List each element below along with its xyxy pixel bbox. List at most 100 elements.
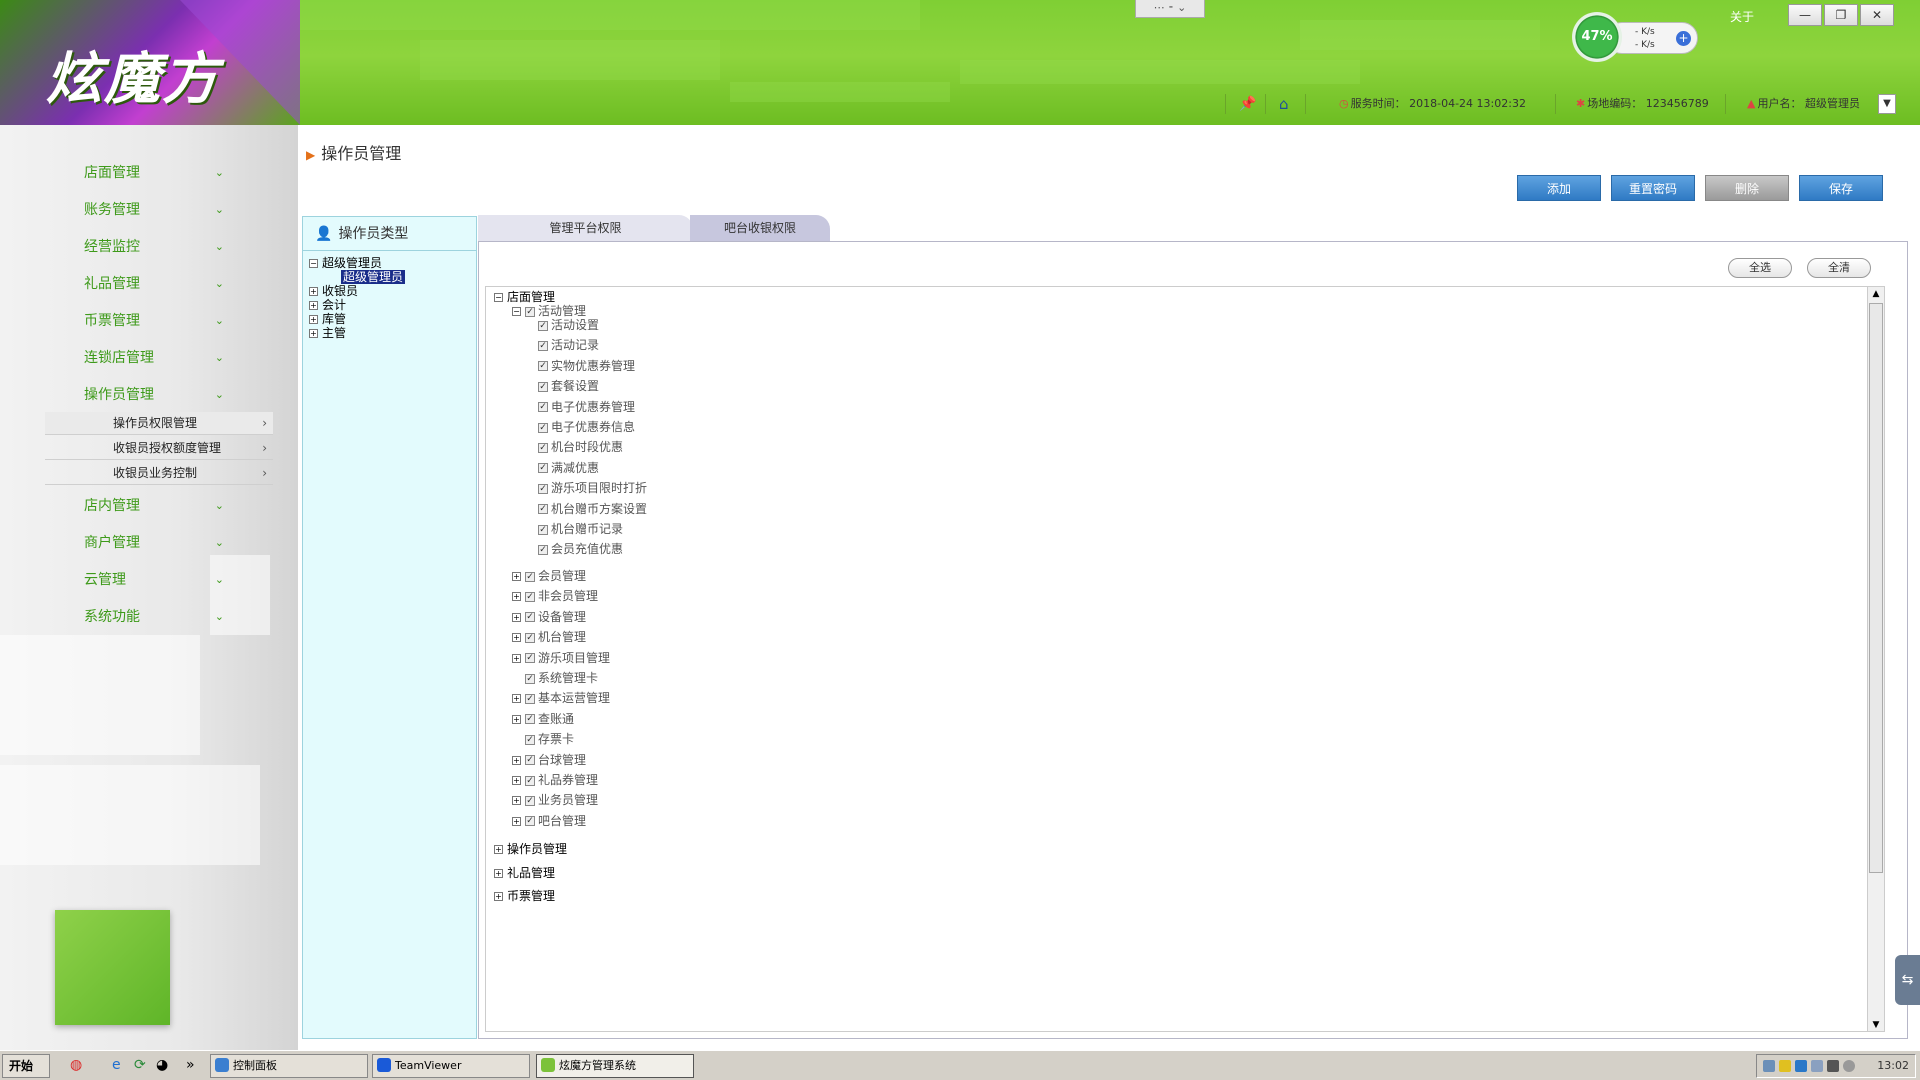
checkbox[interactable]: ✓ xyxy=(538,361,548,372)
side-panel-toggle[interactable]: ⇆ xyxy=(1895,955,1920,1005)
checkbox[interactable]: ✓ xyxy=(538,422,548,433)
perm-group[interactable]: + ✓ 会员管理 xyxy=(512,568,586,584)
minimize-button[interactable]: — xyxy=(1788,4,1822,26)
perm-leaf[interactable]: ✓ 活动设置 xyxy=(538,317,599,333)
perm-top-node[interactable]: + 币票管理 xyxy=(494,888,555,904)
collapse-icon[interactable]: − xyxy=(309,259,318,268)
perm-top-node[interactable]: + 操作员管理 xyxy=(494,841,567,857)
checkbox[interactable]: ✓ xyxy=(538,402,548,413)
perm-leaf[interactable]: ✓ 电子优惠券信息 xyxy=(538,419,635,435)
sidebar-sub-cashier-control[interactable]: 收银员业务控制 › xyxy=(45,462,273,485)
perm-group[interactable]: + ✓ 吧台管理 xyxy=(512,813,586,829)
mini-toolbar[interactable]: ⋯ ⁃ ⌄ xyxy=(1135,0,1205,18)
perm-group[interactable]: + ✓ 游乐项目管理 xyxy=(512,650,610,666)
expand-icon[interactable]: + xyxy=(309,315,318,324)
expand-icon[interactable]: + xyxy=(512,776,521,785)
display-icon[interactable] xyxy=(1811,1060,1823,1072)
home-icon[interactable]: ⌂ xyxy=(1279,92,1289,116)
checkbox[interactable]: ✓ xyxy=(538,504,548,515)
perm-leaf[interactable]: ✓ 活动记录 xyxy=(538,337,599,353)
expand-icon[interactable]: + xyxy=(512,755,521,765)
task-xuanmofang[interactable]: 炫魔方管理系统 xyxy=(536,1054,694,1078)
sidebar-item-cloud[interactable]: 云管理 ⌄ xyxy=(84,568,224,592)
expand-icon[interactable]: + xyxy=(494,892,503,901)
delete-button[interactable]: 删除 xyxy=(1705,175,1789,201)
plus-icon[interactable]: + xyxy=(1676,31,1691,46)
checkbox[interactable]: ✓ xyxy=(538,483,548,494)
app-icon[interactable]: ◍ xyxy=(70,1057,82,1073)
qq-icon[interactable]: ◕ xyxy=(156,1057,168,1073)
checkbox[interactable]: ✓ xyxy=(525,591,535,602)
task-control-panel[interactable]: 控制面板 xyxy=(210,1054,368,1078)
tree-node-accountant[interactable]: + 会计 xyxy=(309,298,346,312)
checkbox[interactable]: ✓ xyxy=(538,544,548,555)
expand-icon[interactable]: + xyxy=(512,633,521,643)
perm-group[interactable]: + ✓ 非会员管理 xyxy=(512,588,598,604)
expand-icon[interactable]: + xyxy=(309,287,318,296)
tree-node-supervisor[interactable]: + 主管 xyxy=(309,326,346,340)
ie-icon[interactable]: e xyxy=(112,1057,121,1073)
teamviewer-tray-icon[interactable] xyxy=(1795,1060,1807,1072)
checkbox[interactable]: ✓ xyxy=(525,693,535,704)
checkbox[interactable]: ✓ xyxy=(538,463,548,474)
perm-leaf[interactable]: ✓ 游乐项目限时打折 xyxy=(538,480,647,496)
close-button[interactable]: ✕ xyxy=(1860,4,1894,26)
expand-icon[interactable]: + xyxy=(512,592,521,602)
perm-group[interactable]: + ✓ 设备管理 xyxy=(512,609,586,625)
perm-group[interactable]: + ✓ 业务员管理 xyxy=(512,792,598,808)
perm-top-node[interactable]: + 礼品管理 xyxy=(494,865,555,881)
perm-leaf[interactable]: ✓ 实物优惠券管理 xyxy=(538,358,635,374)
vertical-scrollbar[interactable]: ▲ ▼ xyxy=(1867,287,1884,1031)
checkbox[interactable]: ✓ xyxy=(538,381,548,392)
perm-leaf[interactable]: ✓ 机台赠币记录 xyxy=(538,521,623,537)
tray-app-icon[interactable] xyxy=(1779,1060,1791,1072)
scroll-up-icon[interactable]: ▲ xyxy=(1868,287,1884,302)
expand-icon[interactable]: + xyxy=(494,845,503,854)
perm-leaf[interactable]: ✓ 套餐设置 xyxy=(538,378,599,394)
checkbox[interactable]: ✓ xyxy=(525,612,535,623)
perm-leaf[interactable]: ✓ 满减优惠 xyxy=(538,460,599,476)
restore-button[interactable]: ❐ xyxy=(1824,4,1858,26)
reset-password-button[interactable]: 重置密码 xyxy=(1611,175,1695,201)
sidebar-sub-operator-permissions[interactable]: 操作员权限管理 › xyxy=(45,412,273,435)
select-all-button[interactable]: 全选 xyxy=(1728,258,1792,278)
sidebar-item-gifts[interactable]: 礼品管理 ⌄ xyxy=(84,272,224,296)
checkbox[interactable]: ✓ xyxy=(525,673,535,684)
start-button[interactable]: 开始 xyxy=(2,1054,50,1078)
checkbox[interactable]: ✓ xyxy=(525,653,535,664)
expand-icon[interactable]: + xyxy=(309,329,318,338)
expand-icon[interactable]: + xyxy=(512,816,521,826)
save-button[interactable]: 保存 xyxy=(1799,175,1883,201)
expand-icon[interactable]: + xyxy=(512,796,521,806)
scrollbar-thumb[interactable] xyxy=(1869,303,1883,873)
expand-icon[interactable]: + xyxy=(512,694,521,704)
perm-group[interactable]: + ✓ 基本运营管理 xyxy=(512,690,610,706)
tree-node-cashier[interactable]: + 收银员 xyxy=(309,284,358,298)
network-speed-widget[interactable]: - K/s - K/s + 47% xyxy=(1572,12,1700,62)
checkbox[interactable]: ✓ xyxy=(538,524,548,535)
perm-group[interactable]: + ✓ 查账通 xyxy=(512,711,574,727)
collapse-icon[interactable]: − xyxy=(512,307,521,316)
sidebar-item-monitor[interactable]: 经营监控 ⌄ xyxy=(84,235,224,259)
perm-group[interactable]: ✓ 存票卡 xyxy=(525,731,574,747)
perm-leaf[interactable]: ✓ 会员充值优惠 xyxy=(538,541,623,557)
tab-management-platform[interactable]: 管理平台权限 xyxy=(478,215,693,241)
network-icon[interactable] xyxy=(1763,1060,1775,1072)
expand-icon[interactable]: + xyxy=(512,612,521,622)
checkbox[interactable]: ✓ xyxy=(525,755,535,766)
expand-icon[interactable]: + xyxy=(512,572,521,581)
sidebar-item-instore[interactable]: 店内管理 ⌄ xyxy=(84,494,224,518)
perm-leaf[interactable]: ✓ 电子优惠券管理 xyxy=(538,399,635,415)
perm-group[interactable]: ✓ 系统管理卡 xyxy=(525,670,598,686)
more-icon[interactable]: » xyxy=(186,1057,195,1073)
checkbox[interactable]: ✓ xyxy=(525,714,535,725)
sidebar-item-tokens[interactable]: 币票管理 ⌄ xyxy=(84,309,224,333)
expand-icon[interactable]: + xyxy=(309,301,318,310)
tab-bar-cashier[interactable]: 吧台收银权限 xyxy=(690,215,830,241)
expand-icon[interactable]: + xyxy=(494,868,503,878)
sidebar-item-merchants[interactable]: 商户管理 ⌄ xyxy=(84,531,224,555)
perm-group[interactable]: + ✓ 台球管理 xyxy=(512,752,586,768)
sidebar-item-system[interactable]: 系统功能 ⌄ xyxy=(84,605,224,629)
checkbox[interactable]: ✓ xyxy=(525,734,535,745)
clear-all-button[interactable]: 全清 xyxy=(1807,258,1871,278)
